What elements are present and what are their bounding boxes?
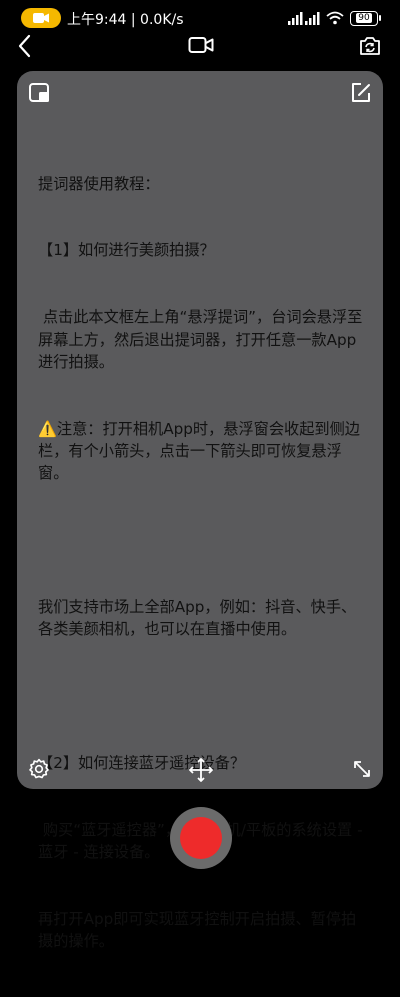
script-line: 再打开App即可实现蓝牙控制开启拍摄、暂停拍摄的操作。: [38, 909, 357, 951]
wifi-icon: [326, 11, 344, 25]
back-icon[interactable]: [16, 34, 34, 58]
camera-icon: [33, 13, 49, 23]
script-line: ⚠️注意：打开相机App时，悬浮窗会收起到侧边栏，有个小箭头，点击一下箭头即可恢…: [38, 419, 360, 483]
status-indicators: 90: [288, 8, 381, 28]
record-dot: [180, 817, 222, 859]
signal-icon: [288, 12, 320, 25]
camera-switch-icon[interactable]: [358, 35, 382, 57]
battery-level: 90: [356, 13, 372, 23]
script-blank-line: [38, 529, 368, 551]
top-nav: [0, 30, 400, 66]
battery-indicator: 90: [350, 10, 381, 26]
move-arrows-icon[interactable]: [188, 757, 214, 783]
float-window-icon[interactable]: [29, 83, 51, 103]
script-line: 【1】如何进行美颜拍摄？: [38, 241, 215, 260]
gear-icon[interactable]: [28, 758, 50, 780]
script-line: 点击此本文框左上角“悬浮提词”，台词会悬浮至屏幕上方，然后退出提词器，打开任意一…: [38, 308, 363, 371]
video-camera-icon[interactable]: [188, 36, 214, 54]
teleprompter-card[interactable]: 提词器使用教程： 【1】如何进行美颜拍摄？ 点击此本文框左上角“悬浮提词”，台词…: [17, 71, 383, 950]
status-time-speed: 上午9:44 | 0.0K/s: [67, 12, 184, 28]
record-button[interactable]: [170, 807, 232, 869]
camera-in-use-indicator: [21, 8, 61, 28]
script-line: 提词器使用教程：: [38, 174, 160, 193]
script-blank-line: [38, 685, 368, 707]
resize-diagonal-icon[interactable]: [352, 759, 372, 779]
script-line: 我们支持市场上全部App，例如：抖音、快手、各类美颜相机，也可以在直播中使用。: [38, 597, 357, 639]
edit-icon[interactable]: [350, 82, 372, 104]
